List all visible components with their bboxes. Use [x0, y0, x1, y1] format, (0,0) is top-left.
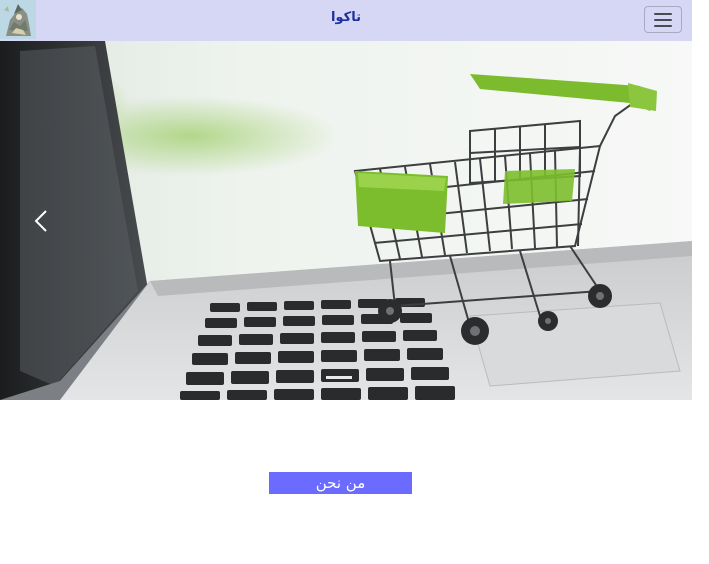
hamburger-menu-icon [654, 19, 672, 21]
chevron-left-icon [34, 210, 47, 232]
hamburger-menu-icon [654, 25, 672, 27]
about-us-button[interactable]: من نحن [269, 472, 412, 494]
navbar-brand[interactable]: تاكوا [0, 10, 692, 25]
carousel-prev-button[interactable] [28, 201, 56, 241]
hamburger-menu-icon [654, 13, 672, 15]
page: تاكوا من نحن [0, 0, 709, 564]
navbar-toggler-button[interactable] [644, 6, 682, 33]
carousel-indicators [0, 376, 692, 384]
shopping-cart-on-laptop-image [0, 41, 692, 400]
navbar: تاكوا [0, 0, 692, 41]
hero-carousel[interactable] [0, 41, 692, 400]
carousel-indicator-1[interactable] [326, 376, 352, 379]
